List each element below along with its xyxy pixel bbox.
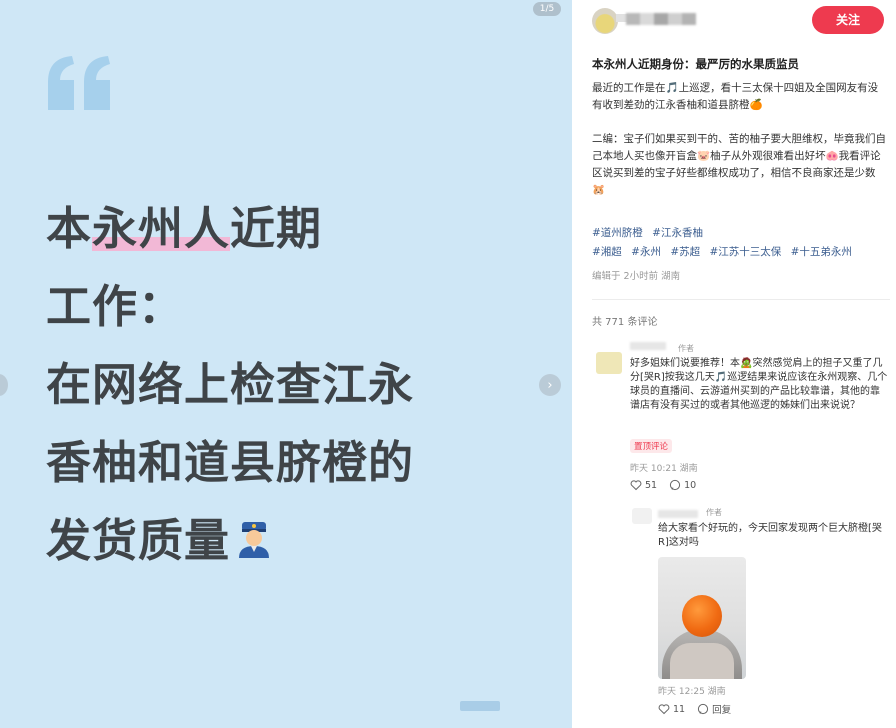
comments-count: 共 771 条评论 — [592, 317, 658, 328]
comment-text: 好多姐妹们说要推荐！本🧟突然感觉肩上的担子又重了几分[哭R]按我这几天🎵巡逻结果… — [630, 358, 888, 411]
author-header: 关注 — [586, 0, 896, 44]
headline-text: 本 — [46, 202, 93, 255]
hashtag-link[interactable]: #道州脐橙 — [592, 227, 643, 239]
commenter-avatar[interactable] — [596, 352, 622, 374]
headline-line-4: 香柚和道县脐橙的 — [46, 436, 415, 489]
comment-time: 昨天 12:25 湖南 — [658, 687, 726, 697]
heart-icon — [630, 480, 642, 491]
headline-line-3: 在网络上检查江永 — [46, 358, 415, 411]
prev-image-button[interactable] — [0, 374, 8, 396]
panel-divider — [572, 0, 586, 728]
comment-time: 昨天 10:21 湖南 — [630, 464, 698, 474]
post-paragraph: 最近的工作是在🎵上巡逻，看十三太保十四姐及全国网友有没有收到差劲的江永香柚和道县… — [592, 82, 879, 111]
photo-hand-detail — [670, 643, 734, 679]
author-avatar[interactable] — [592, 8, 618, 34]
comment-item: 作者 好多姐妹们说要推荐！本🧟突然感觉肩上的担子又重了几分[哭R]按我这几天🎵巡… — [586, 336, 896, 496]
heart-icon — [658, 704, 670, 715]
image-headline: 本永州人近期 工作： 在网络上检查江永 香柚和道县脐橙的 发货质量 — [46, 190, 546, 580]
comment-icon — [697, 703, 709, 715]
comment-actions: 51 10 — [630, 479, 696, 491]
police-officer-emoji — [239, 522, 270, 558]
commenter-name-blurred[interactable] — [658, 510, 698, 518]
commenter-avatar[interactable] — [632, 508, 652, 524]
note-image-panel[interactable]: 1/5 本永州人近期 工作： 在网络上检查江永 香柚和道县脐橙的 发货质量 › — [0, 0, 572, 728]
like-button[interactable]: 51 — [630, 479, 657, 491]
edit-meta: 编辑于 2小时前 湖南 — [592, 271, 681, 282]
commenter-name-blurred[interactable] — [630, 342, 666, 350]
comment-text: 给大家看个好玩的，今天回家发现两个巨大脐橙[哭R]这对吗 — [658, 523, 882, 548]
comment-photo[interactable] — [658, 557, 746, 679]
reply-button[interactable]: 10 — [669, 479, 696, 491]
like-count: 51 — [645, 479, 658, 491]
post-paragraph: 二编：宝子们如果买到干的、苦的柚子要大胆维权，毕竟我们自己本地人买也像开盲盒🐷柚… — [592, 133, 886, 196]
headline-highlight: 永州人 — [92, 202, 231, 255]
tags-row: #道州脐橙 #江永香柚 — [592, 224, 892, 243]
headline-line-1: 本永州人近期 — [46, 190, 546, 268]
follow-button[interactable]: 关注 — [812, 6, 884, 34]
post-tags: #道州脐橙 #江永香柚 #湘超 #永州 #苏超 #江苏十三太保 #十五弟永州 — [592, 224, 892, 262]
author-name-blurred[interactable] — [626, 13, 696, 25]
like-button[interactable]: 11 — [658, 702, 685, 716]
comment-actions: 11 回复 — [658, 702, 731, 716]
hashtag-link[interactable]: #江苏十三太保 — [709, 246, 781, 258]
hashtag-link[interactable]: #十五弟永州 — [791, 246, 852, 258]
note-detail-page: 1/5 本永州人近期 工作： 在网络上检查江永 香柚和道县脐橙的 发货质量 › — [0, 0, 896, 728]
headline-text: 近期 — [230, 202, 323, 255]
note-content-panel: 关注 本永州人近期身份：最严厉的水果质监员 最近的工作是在🎵上巡逻，看十三太保十… — [586, 0, 896, 728]
photo-orange — [682, 595, 722, 637]
reply-button[interactable]: 回复 — [697, 702, 731, 716]
headline-line-2: 工作： — [46, 280, 185, 333]
hashtag-link[interactable]: #江永香柚 — [652, 227, 703, 239]
hashtag-link[interactable]: #湘超 — [592, 246, 622, 258]
post-body: 最近的工作是在🎵上巡逻，看十三太保十四姐及全国网友有没有收到差劲的江永香柚和道县… — [592, 80, 888, 216]
tags-row: #湘超 #永州 #苏超 #江苏十三太保 #十五弟永州 — [592, 243, 892, 262]
headline-text: 发货质量 — [46, 514, 231, 567]
comment-icon — [669, 479, 681, 491]
headline-line-5: 发货质量 — [46, 502, 546, 580]
quote-icon — [48, 56, 110, 110]
like-count: 11 — [673, 703, 686, 715]
image-bottom-mark — [460, 701, 500, 711]
hashtag-link[interactable]: #永州 — [631, 246, 661, 258]
reply-count: 10 — [684, 479, 697, 491]
author-tag: 作者 — [678, 344, 694, 353]
reply-label: 回复 — [712, 705, 732, 716]
next-image-button[interactable]: › — [539, 374, 561, 396]
page-indicator: 1/5 — [533, 2, 561, 16]
section-divider — [592, 299, 890, 300]
post-title: 本永州人近期身份：最严厉的水果质监员 — [592, 57, 799, 71]
author-tag: 作者 — [706, 508, 722, 517]
hashtag-link[interactable]: #苏超 — [670, 246, 700, 258]
pinned-comment-badge: 置顶评论 — [630, 439, 673, 453]
chevron-right-icon: › — [547, 377, 553, 393]
